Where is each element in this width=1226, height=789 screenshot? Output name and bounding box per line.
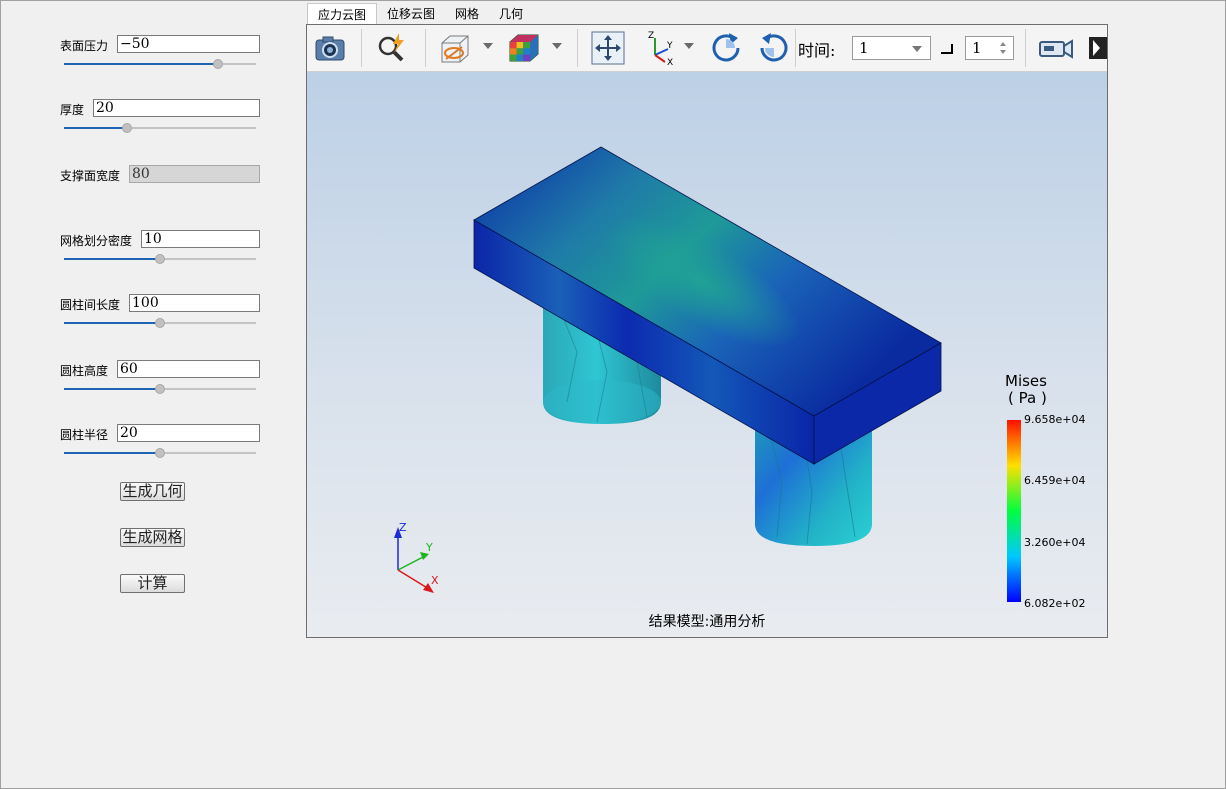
rotate-clockwise-icon[interactable] (707, 29, 745, 67)
surface-pressure-slider[interactable] (64, 59, 256, 69)
chevron-down-icon (912, 46, 922, 52)
zoom-fit-icon[interactable] (373, 29, 411, 67)
result-viewer: ZYX 时间: 1 1 Z Y X Mises (Pa) 9.658e+04… (306, 24, 1108, 638)
cylinder-radius-slider[interactable] (64, 448, 256, 458)
generate-mesh-button[interactable]: 生成网格 (120, 528, 185, 547)
time-label: 时间: (798, 41, 836, 60)
support-width-label: 支撑面宽度 (60, 169, 121, 183)
viewer-toolbar: Z YX 时间: 1 1 (307, 25, 1107, 72)
tab-mesh[interactable]: 网格 (445, 3, 489, 25)
legend-value-2: 6.459e+04 (1024, 474, 1086, 487)
screenshot-camera-icon[interactable] (311, 29, 349, 67)
axis-triad: Z Y X (394, 521, 439, 593)
legend-value-max: 9.658e+04 (1024, 413, 1086, 426)
tab-geometry[interactable]: 几何 (489, 3, 533, 25)
fit-view-arrows-icon[interactable] (589, 29, 627, 67)
surface-pressure-label: 表面压力 (60, 39, 109, 53)
time-select[interactable]: 1 (852, 36, 931, 60)
step-spinbox[interactable]: 1 (965, 36, 1014, 60)
tab-stress-contour[interactable]: 应力云图 (307, 3, 378, 25)
view-tabs: 应力云图 位移云图 网格 几何 (307, 3, 533, 25)
axis-y-label: Y (425, 541, 433, 554)
toolbar-overflow-icon[interactable] (1089, 37, 1107, 59)
tab-displacement-contour[interactable]: 位移云图 (377, 3, 445, 25)
generate-geometry-button[interactable]: 生成几何 (120, 482, 185, 501)
legend-unit: ( Pa ) (1008, 389, 1047, 407)
cylinder-spacing-label: 圆柱间长度 (60, 298, 121, 312)
cylinder-spacing-slider[interactable] (64, 318, 256, 328)
cylinder-spacing-input[interactable] (129, 294, 260, 312)
surface-pressure-input[interactable] (117, 35, 260, 53)
axis-z-label: Z (399, 521, 407, 534)
cylinder-height-label: 圆柱高度 (60, 364, 109, 378)
thickness-slider[interactable] (64, 123, 256, 133)
step-spinbox-value: 1 (972, 39, 982, 57)
step-marker-icon (941, 44, 953, 54)
svg-text:Y: Y (666, 41, 673, 51)
mesh-density-slider[interactable] (64, 254, 256, 264)
legend-colorbar (1007, 420, 1021, 602)
render-canvas[interactable]: Z Y X Mises ( Pa ) 9.658e+04 6.459e+04 3… (307, 72, 1107, 637)
video-camera-icon[interactable] (1037, 29, 1075, 67)
axis-view-xyz-icon[interactable]: Z YX (639, 29, 677, 68)
display-mode-dropdown-icon[interactable] (483, 43, 493, 49)
legend-value-min: 6.082e+02 (1024, 597, 1086, 610)
contour-cube-icon[interactable] (505, 29, 543, 67)
compute-button[interactable]: 计算 (120, 574, 185, 593)
axis-x-label: X (431, 574, 439, 587)
legend-title: Mises (1005, 372, 1047, 390)
svg-text:Z: Z (648, 31, 654, 41)
cylinder-radius-label: 圆柱半径 (60, 428, 109, 442)
axis-view-dropdown-icon[interactable] (684, 43, 694, 49)
rotate-counterclockwise-icon[interactable] (755, 29, 793, 67)
mesh-density-label: 网格划分密度 (60, 234, 133, 248)
svg-text:X: X (667, 58, 673, 67)
thickness-label: 厚度 (60, 103, 85, 117)
spin-down-icon[interactable] (1000, 50, 1006, 54)
cylinder-height-slider[interactable] (64, 384, 256, 394)
cylinder-height-input[interactable] (117, 360, 260, 378)
cylinder-radius-input[interactable] (117, 424, 260, 442)
result-model-label: 结果模型:通用分析 (648, 614, 766, 630)
mesh-density-input[interactable] (141, 230, 260, 248)
time-select-value: 1 (859, 39, 869, 57)
support-width-input (129, 165, 260, 183)
spin-up-icon[interactable] (1000, 42, 1006, 46)
legend-value-3: 3.260e+04 (1024, 536, 1086, 549)
top-plate (473, 146, 942, 465)
thickness-input[interactable] (93, 99, 260, 117)
contour-dropdown-icon[interactable] (552, 43, 562, 49)
display-mode-icon[interactable] (436, 29, 474, 67)
